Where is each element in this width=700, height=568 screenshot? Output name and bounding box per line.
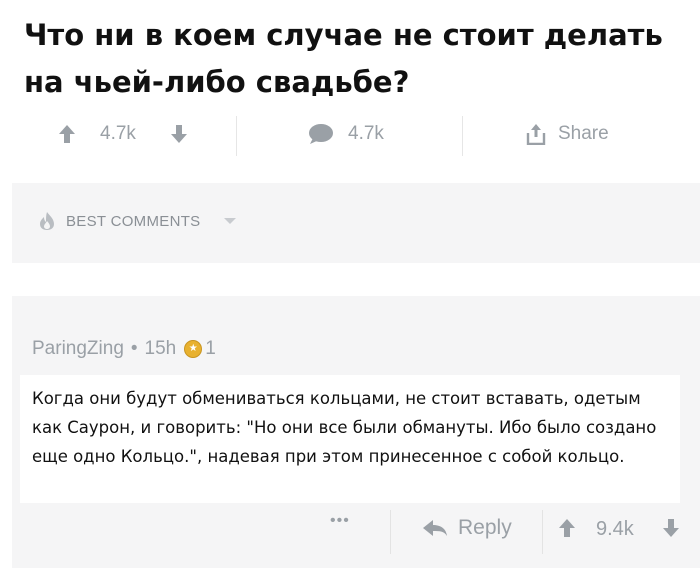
comment-footer: ••• Reply 9.4k (0, 504, 700, 560)
downvote-button[interactable] (170, 108, 188, 160)
reply-button[interactable]: Reply (422, 516, 512, 540)
sort-dropdown[interactable]: BEST COMMENTS (38, 211, 237, 231)
arrow-up-icon (559, 519, 575, 537)
share-label: Share (558, 123, 609, 144)
reply-label: Reply (458, 516, 512, 539)
chevron-down-icon (224, 218, 237, 224)
comment-author[interactable]: ParingZing (32, 338, 124, 360)
speech-bubble-icon (309, 124, 333, 144)
flame-icon (40, 212, 54, 230)
arrow-up-icon (59, 125, 75, 143)
award-coin-icon: ★ (184, 340, 203, 358)
divider (542, 510, 543, 554)
comments-button[interactable]: 4.7k (308, 108, 384, 160)
divider (236, 116, 237, 156)
sort-label: BEST COMMENTS (66, 212, 201, 230)
comment-downvote-button[interactable] (662, 518, 680, 543)
post-action-bar: 4.7k 4.7k Share (0, 108, 700, 160)
share-button[interactable]: Share (526, 108, 609, 160)
divider (390, 510, 391, 554)
arrow-down-icon (171, 125, 187, 143)
comment-upvote-button[interactable] (558, 518, 576, 543)
comment-age: 15h (144, 338, 177, 359)
reply-arrow-icon (423, 520, 447, 536)
award-count: 1 (205, 338, 216, 359)
comment-meta: ParingZing • 15h ★ 1 (32, 338, 216, 360)
post-vote-count: 4.7k (100, 123, 136, 144)
upvote-button[interactable] (58, 108, 76, 160)
divider (462, 116, 463, 156)
share-icon (526, 124, 546, 145)
comment-text: Когда они будут обмениваться кольцами, н… (32, 389, 657, 466)
meta-separator: • (130, 338, 138, 359)
post-title: Что ни в коем случае не стоит делать на … (24, 18, 663, 99)
arrow-down-icon (663, 519, 679, 537)
comment-count: 4.7k (348, 123, 384, 144)
comment-vote-count: 9.4k (596, 518, 634, 540)
award-badge[interactable]: ★ 1 (184, 338, 216, 360)
more-options-button[interactable]: ••• (330, 512, 350, 530)
